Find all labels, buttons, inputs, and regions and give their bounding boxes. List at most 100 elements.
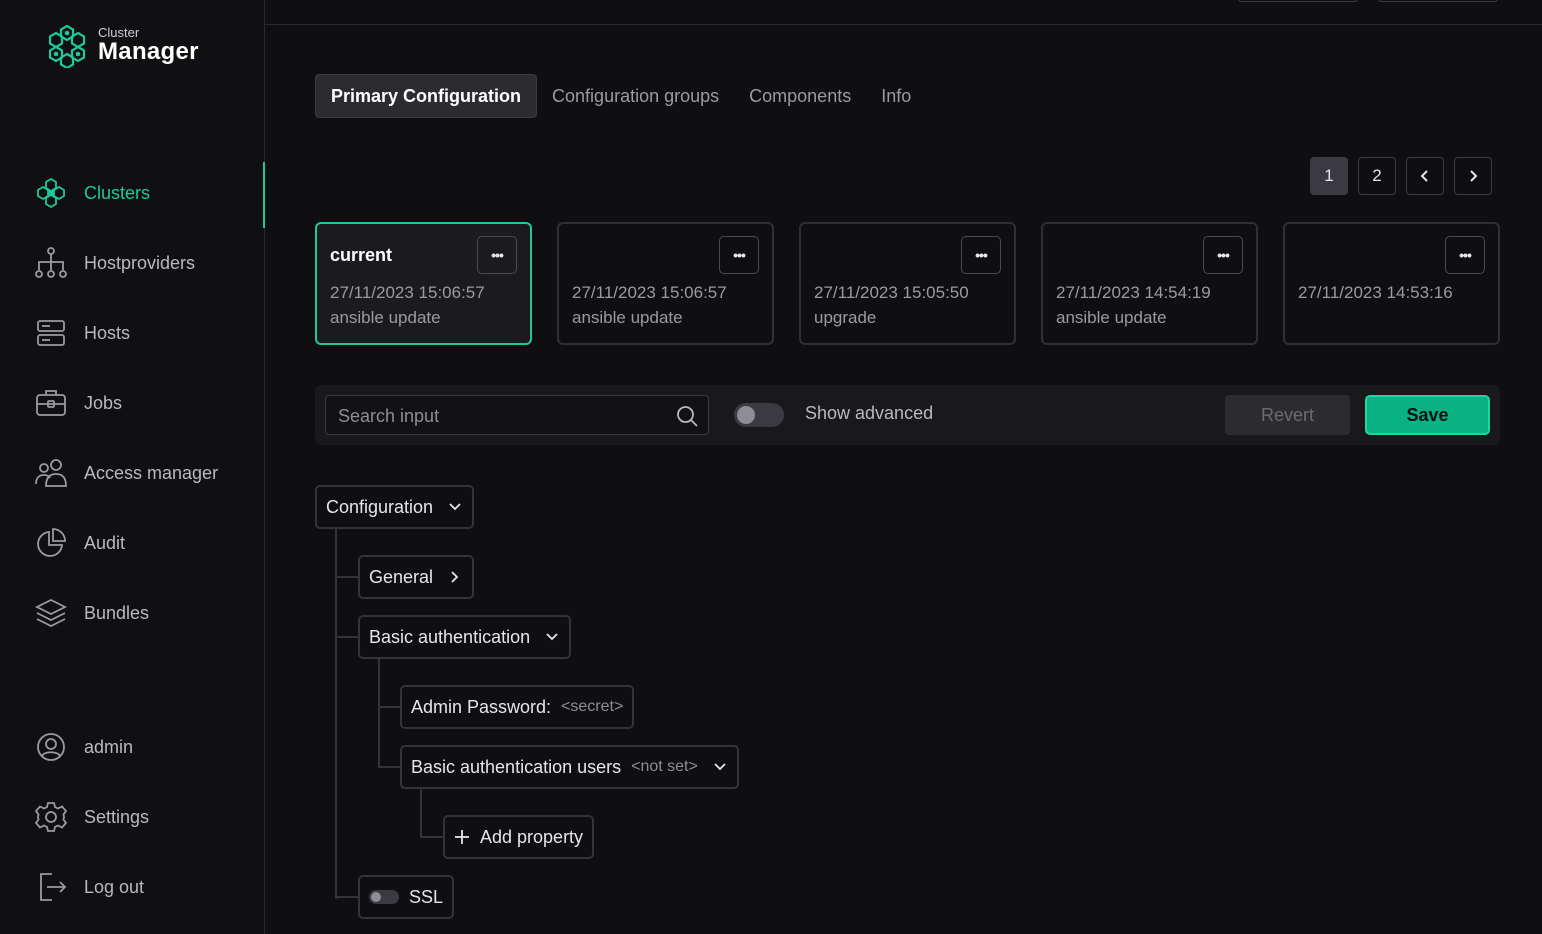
ssl-toggle[interactable] (369, 890, 399, 904)
gear-icon (34, 800, 68, 834)
tree-node-basic-authentication-users[interactable]: Basic authentication users <not set> (400, 745, 739, 789)
users-icon (34, 456, 68, 490)
tab-configuration-groups[interactable]: Configuration groups (537, 75, 734, 117)
nav-label: Log out (84, 876, 145, 897)
tree-node-general[interactable]: General (358, 555, 475, 599)
nav-label: Settings (84, 806, 150, 827)
nav-settings[interactable]: Settings (0, 794, 264, 840)
tab-info[interactable]: Info (866, 75, 926, 117)
nav-hosts[interactable]: Hosts (0, 310, 264, 356)
header-divider (265, 24, 1542, 25)
version-date: 27/11/2023 14:54:19 (1056, 283, 1211, 302)
tree-connector (378, 659, 380, 768)
version-description: upgrade (814, 308, 877, 327)
node-label: Basic authentication (369, 626, 531, 647)
version-card[interactable]: ••• 27/11/2023 14:53:16 (1283, 222, 1500, 345)
config-tabs: Primary Configuration Configuration grou… (315, 74, 926, 118)
pagination: 1 2 (1310, 157, 1492, 195)
hierarchy-icon (34, 246, 68, 280)
tree-connector (420, 836, 443, 838)
nav-label: Bundles (84, 602, 150, 623)
clusters-icon (34, 176, 68, 210)
chevron-right-icon (451, 571, 459, 583)
revert-button[interactable]: Revert (1225, 395, 1350, 435)
config-toolbar: Show advanced Revert Save (315, 385, 1500, 445)
plus-icon (455, 830, 469, 844)
next-page-button[interactable] (1454, 157, 1492, 195)
nav-logout[interactable]: Log out (0, 864, 264, 910)
chevron-down-icon (714, 763, 726, 771)
nav-access-manager[interactable]: Access manager (0, 450, 264, 496)
add-property-label: Add property (480, 826, 584, 847)
chevron-right-icon (1470, 170, 1478, 182)
field-label: Basic authentication users (411, 756, 622, 777)
version-card[interactable]: ••• 27/11/2023 14:54:19 ansible update (1041, 222, 1258, 345)
nav-jobs[interactable]: Jobs (0, 380, 264, 426)
search-input[interactable] (336, 396, 670, 436)
layers-icon (34, 596, 68, 630)
nav-label: Access manager (84, 462, 219, 483)
tree-node-configuration[interactable]: Configuration (315, 485, 475, 529)
field-label: Admin Password: (411, 696, 552, 717)
show-advanced-label: Show advanced (805, 403, 934, 423)
ellipsis-icon: ••• (975, 247, 988, 263)
search-icon[interactable] (676, 405, 698, 427)
tree-connector (378, 706, 400, 708)
node-label: Configuration (326, 496, 434, 517)
server-icon (34, 316, 68, 350)
sidebar: Cluster Manager Clusters Hostproviders H… (0, 0, 265, 934)
page-2-button[interactable]: 2 (1358, 157, 1396, 195)
logo[interactable]: Cluster Manager (44, 22, 244, 72)
version-date: 27/11/2023 15:06:57 (330, 283, 485, 302)
nav-audit[interactable]: Audit (0, 520, 264, 566)
more-options-button[interactable]: ••• (477, 236, 517, 274)
more-options-button[interactable]: ••• (1445, 236, 1485, 274)
chevron-down-icon (449, 503, 461, 511)
brand-name: Manager (98, 38, 199, 65)
add-property-button[interactable]: Add property (443, 815, 595, 859)
nav-label: Clusters (84, 182, 151, 203)
nav-clusters[interactable]: Clusters (0, 170, 264, 216)
version-date: 27/11/2023 14:53:16 (1298, 283, 1453, 302)
nav-bundles[interactable]: Bundles (0, 590, 264, 636)
show-advanced-toggle[interactable] (734, 403, 784, 427)
version-card[interactable]: ••• 27/11/2023 15:05:50 upgrade (799, 222, 1016, 345)
prev-page-button[interactable] (1406, 157, 1444, 195)
more-options-button[interactable]: ••• (1203, 236, 1243, 274)
search-box (325, 395, 709, 436)
tree-node-basic-authentication[interactable]: Basic authentication (358, 615, 572, 659)
nav-label: Jobs (84, 392, 123, 413)
tree-node-ssl[interactable]: SSL (358, 875, 455, 919)
more-options-button[interactable]: ••• (719, 236, 759, 274)
header-button-partial[interactable] (1378, 0, 1498, 2)
node-label: General (369, 566, 434, 587)
save-button[interactable]: Save (1365, 395, 1490, 435)
version-card[interactable]: ••• 27/11/2023 15:06:57 ansible update (557, 222, 774, 345)
chevron-left-icon (1420, 170, 1428, 182)
version-title: current (330, 245, 393, 265)
more-options-button[interactable]: ••• (961, 236, 1001, 274)
version-date: 27/11/2023 15:06:57 (572, 283, 727, 302)
toggle-knob (737, 406, 755, 424)
page-1-button[interactable]: 1 (1310, 157, 1348, 195)
briefcase-icon (34, 386, 68, 420)
pie-chart-icon (34, 526, 68, 560)
tab-primary-configuration[interactable]: Primary Configuration (315, 74, 538, 118)
nav-hostproviders[interactable]: Hostproviders (0, 240, 264, 286)
tab-components[interactable]: Components (734, 75, 866, 117)
field-value: <not set> (631, 758, 698, 775)
tree-connector (420, 789, 422, 838)
logo-icon (48, 24, 86, 68)
header-button-partial[interactable] (1238, 0, 1358, 2)
version-description: ansible update (572, 308, 683, 327)
tree-connector (335, 529, 337, 899)
tree-connector (335, 636, 358, 638)
ellipsis-icon: ••• (733, 247, 746, 263)
logout-icon (34, 870, 68, 904)
tree-connector (378, 766, 400, 768)
version-card[interactable]: current ••• 27/11/2023 15:06:57 ansible … (315, 222, 532, 345)
nav-admin[interactable]: admin (0, 724, 264, 770)
toggle-knob (371, 892, 381, 902)
tree-node-admin-password[interactable]: Admin Password: <secret> (400, 685, 635, 729)
ellipsis-icon: ••• (1217, 247, 1230, 263)
